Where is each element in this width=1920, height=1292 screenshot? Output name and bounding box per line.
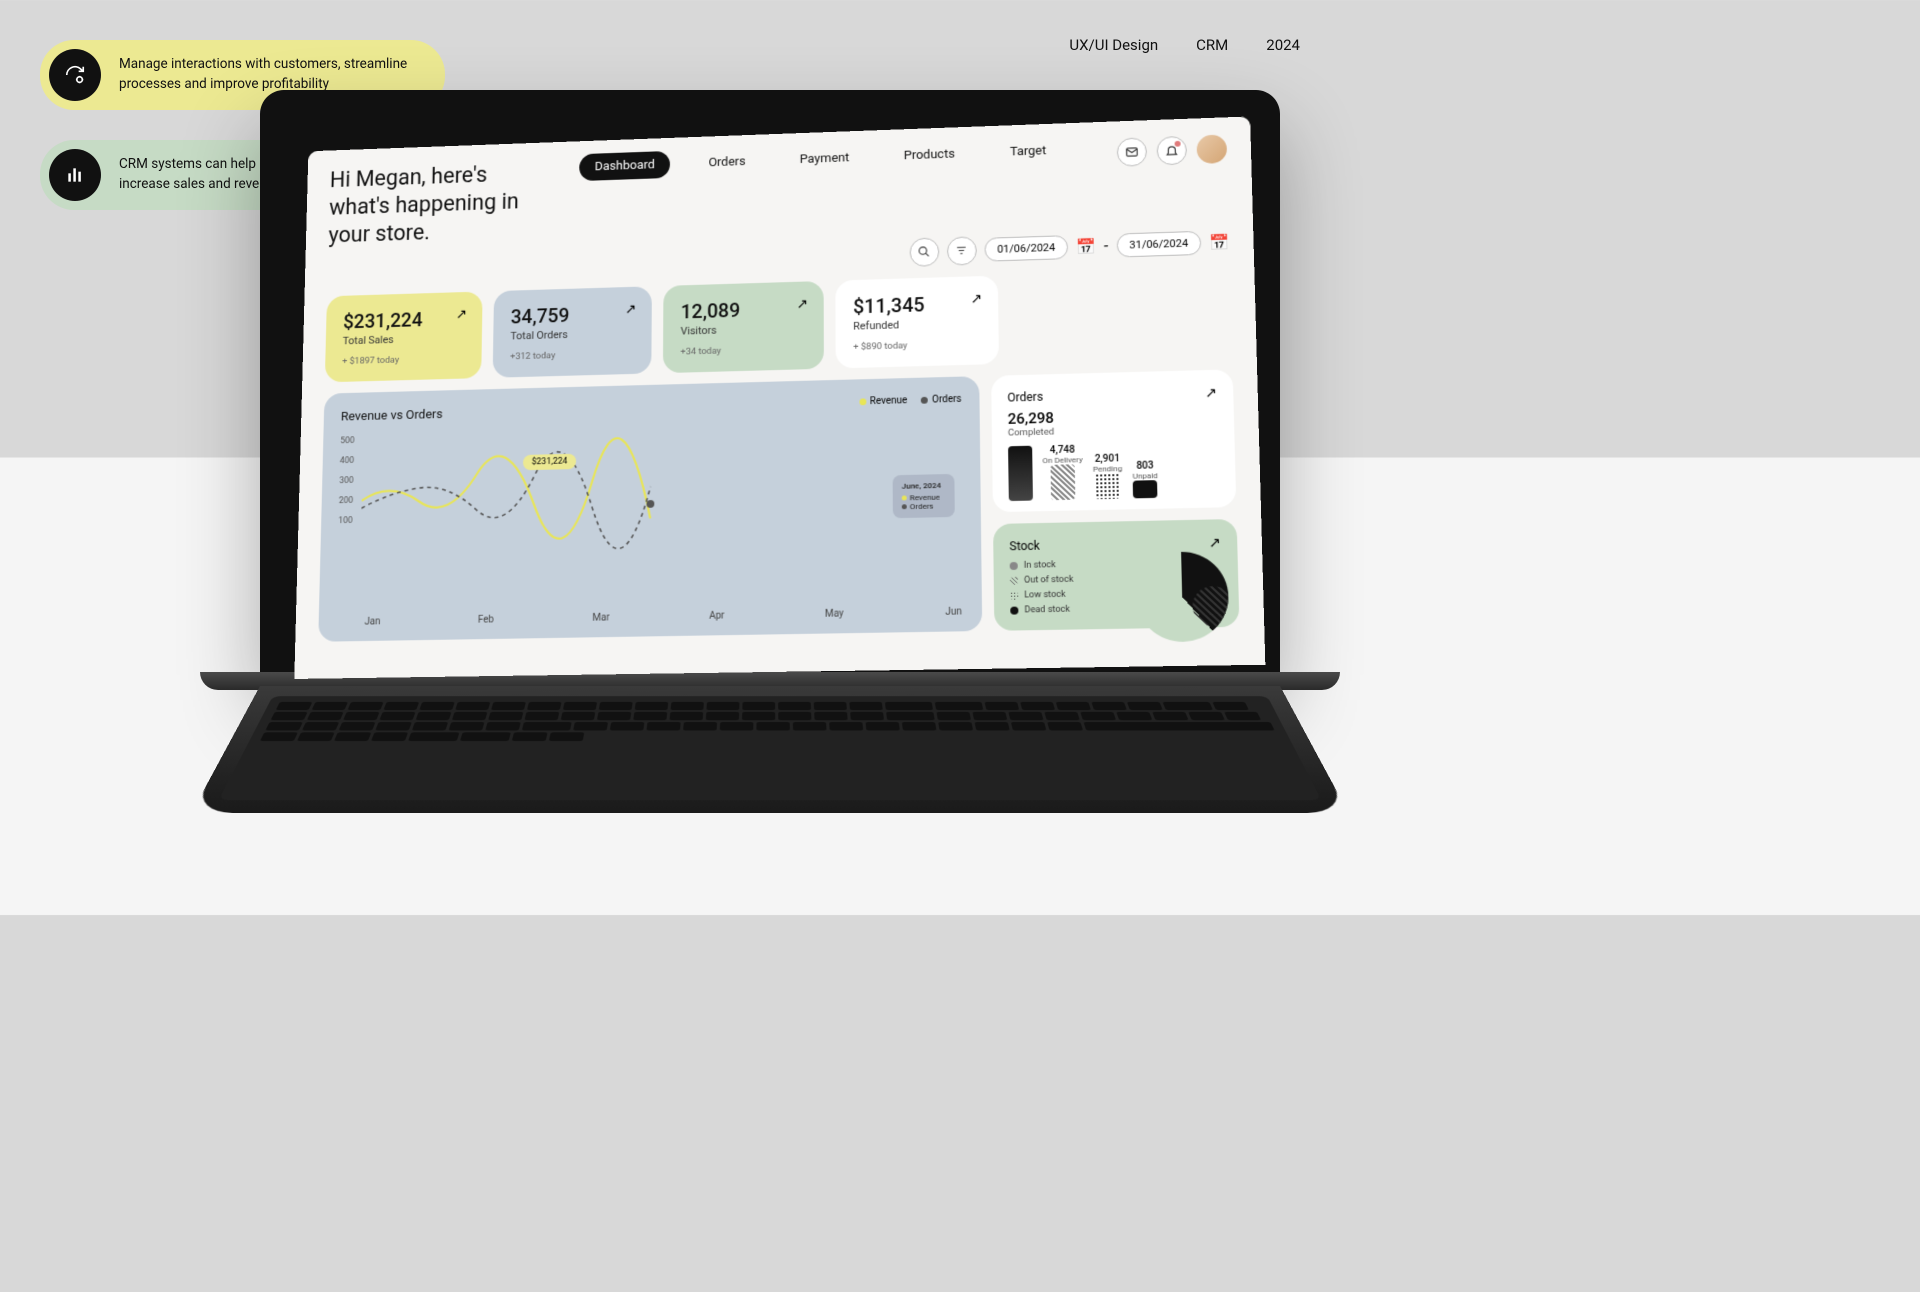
calendar-icon: 📅 (1209, 233, 1230, 252)
nav-crm: CRM (1196, 36, 1228, 54)
card-total-orders[interactable]: 34,759 Total Orders +312 today ↗ (493, 286, 652, 377)
card-sub: + $890 today (853, 338, 981, 352)
arrow-icon: ↗ (971, 291, 983, 307)
search-icon[interactable] (909, 237, 939, 266)
card-label: Visitors (681, 321, 807, 337)
revenue-vs-orders-chart: Revenue vs Orders Revenue Orders 5004003… (318, 376, 982, 642)
refresh-settings-icon (49, 49, 101, 101)
laptop-keyboard: MacBook Pro (191, 686, 1348, 813)
card-refunded[interactable]: $11,345 Refunded + $890 today ↗ (835, 275, 999, 368)
bars-icon (49, 149, 101, 201)
panel-title: Stock (1009, 535, 1221, 553)
date-separator: - (1104, 237, 1109, 255)
card-sub: +34 today (680, 343, 806, 357)
orders-breakdown-panel[interactable]: Orders ↗ 26,298 Completed 4,748On Delive… (991, 369, 1236, 512)
card-label: Total Orders (510, 326, 634, 342)
card-value: $11,345 (853, 291, 980, 318)
promo-top-nav: UX/UI Design CRM 2024 (1069, 36, 1300, 54)
card-total-sales[interactable]: $231,224 Total Sales + $1897 today ↗ (325, 291, 483, 382)
arrow-icon: ↗ (456, 307, 467, 322)
tab-dashboard[interactable]: Dashboard (579, 151, 670, 181)
date-from-input[interactable]: 01/06/2024 (984, 235, 1068, 262)
avatar[interactable] (1196, 134, 1227, 164)
bell-icon[interactable] (1156, 136, 1187, 166)
main-tabs: Dashboard Orders Payment Products Target (579, 137, 1062, 181)
card-label: Refunded (853, 316, 980, 332)
chart-value-bubble: $231,224 (523, 453, 576, 470)
chart-y-axis: 500400300200100 (338, 436, 355, 526)
arrow-icon: ↗ (797, 296, 808, 312)
legend-orders: Orders (932, 394, 962, 405)
card-visitors[interactable]: 12,089 Visitors +34 today ↗ (663, 281, 824, 373)
tab-payment[interactable]: Payment (784, 144, 865, 174)
chart-lines (360, 426, 670, 567)
mail-icon[interactable] (1117, 137, 1147, 167)
tab-orders[interactable]: Orders (693, 148, 761, 177)
bar-completed (1008, 445, 1033, 500)
panel-title: Orders (1007, 385, 1217, 404)
date-to-value: 31/06/2024 (1129, 237, 1188, 251)
arrow-icon: ↗ (625, 302, 636, 317)
bar-unpaid (1133, 480, 1158, 498)
chart-x-axis: JanFebMarAprMayJun (364, 606, 961, 627)
arrow-icon: ↗ (1205, 385, 1217, 401)
legend-dot-orders (921, 396, 928, 403)
nav-uxui: UX/UI Design (1069, 36, 1158, 54)
card-sub: + $1897 today (342, 353, 464, 367)
arrow-icon: ↗ (1209, 535, 1221, 551)
date-from-value: 01/06/2024 (997, 241, 1055, 255)
page-greeting: Hi Megan, here's what's happening in you… (328, 160, 527, 250)
bar-delivery (1050, 464, 1075, 500)
tab-target[interactable]: Target (994, 137, 1062, 167)
card-value: 12,089 (681, 296, 806, 323)
card-value: 34,759 (511, 302, 635, 328)
stock-panel[interactable]: Stock ↗ In stock Out of stock Low stock … (993, 519, 1239, 631)
card-value: $231,224 (343, 307, 465, 333)
legend-revenue: Revenue (870, 395, 907, 407)
calendar-icon: 📅 (1076, 237, 1096, 256)
chart-tooltip: June, 2024 Revenue Orders (893, 474, 955, 518)
legend-dot-revenue (859, 398, 866, 405)
tab-products[interactable]: Products (888, 140, 971, 170)
bar-pending (1096, 473, 1121, 499)
date-to-input[interactable]: 31/06/2024 (1116, 231, 1201, 258)
laptop-mockup: Hi Megan, here's what's happening in you… (260, 90, 1280, 886)
nav-year: 2024 (1266, 36, 1300, 54)
promo-pill-1-text: Manage interactions with customers, stre… (119, 55, 413, 94)
filter-icon[interactable] (947, 236, 977, 265)
card-sub: +312 today (510, 348, 634, 362)
card-label: Total Sales (343, 331, 465, 347)
